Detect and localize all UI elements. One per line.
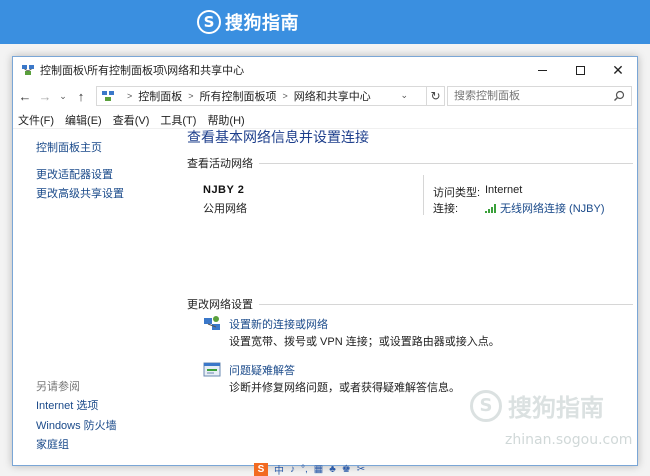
refresh-icon: ↻ xyxy=(430,89,441,103)
address-bar[interactable]: > 控制面板 > 所有控制面板项 > 网络和共享中心 ⌄ xyxy=(96,86,427,106)
left-pane: 控制面板主页 更改适配器设置 更改高级共享设置 另请参阅 Internet 选项… xyxy=(13,129,181,467)
network-name: NJBY 2 xyxy=(203,184,245,196)
minimize-button[interactable] xyxy=(523,57,561,83)
troubleshoot-description: 诊断并修复网络问题，或者获得疑难解答信息。 xyxy=(229,382,460,394)
main-content: 查看基本网络信息并设置连接 查看活动网络 NJBY 2 公用网络 访问类型: I… xyxy=(187,129,635,467)
minimize-icon xyxy=(537,69,547,71)
see-also-heading: 另请参阅 xyxy=(36,381,80,393)
brand-title: 搜狗指南 xyxy=(225,13,299,34)
new-connection-icon xyxy=(204,316,220,330)
setup-connection-link[interactable]: 设置新的连接或网络 xyxy=(229,316,328,332)
ime-chinese-mode[interactable]: 中 xyxy=(274,462,284,476)
recent-dropdown-icon[interactable]: ⌄ xyxy=(57,86,69,106)
connection-value: 无线网络连接 (NJBY) xyxy=(500,203,605,215)
maximize-icon xyxy=(575,65,585,75)
connection-label: 连接: xyxy=(433,203,459,215)
wireless-connection-link[interactable]: 无线网络连接 (NJBY) xyxy=(485,200,605,216)
active-networks-section: 查看活动网络 xyxy=(187,155,633,171)
search-icon[interactable] xyxy=(613,90,625,102)
up-arrow-icon[interactable]: ↑ xyxy=(73,86,89,106)
sogou-brand[interactable]: S 搜狗指南 xyxy=(197,9,299,35)
ime-symbol-icon[interactable]: °, xyxy=(301,464,308,475)
internet-options-link[interactable]: Internet 选项 xyxy=(36,397,98,413)
chevron-right-icon[interactable]: > xyxy=(127,91,132,101)
network-divider xyxy=(423,175,424,215)
chevron-right-icon[interactable]: > xyxy=(188,91,193,101)
ime-toolbar: S 中 ♪ °, ▦ ♣ ♚ ✂ xyxy=(254,463,365,476)
breadcrumb-network-center[interactable]: 网络和共享中心 xyxy=(294,88,371,104)
back-arrow-icon[interactable]: ← xyxy=(17,86,33,106)
menu-file[interactable]: 文件(F) xyxy=(18,112,54,128)
change-adapter-settings-link[interactable]: 更改适配器设置 xyxy=(36,166,113,182)
window-controls: ✕ xyxy=(523,57,637,83)
control-panel-home-link[interactable]: 控制面板主页 xyxy=(36,139,102,155)
troubleshoot-link[interactable]: 问题疑难解答 xyxy=(229,362,295,378)
change-advanced-sharing-link[interactable]: 更改高级共享设置 xyxy=(36,185,124,201)
menu-edit[interactable]: 编辑(E) xyxy=(65,112,102,128)
menu-view[interactable]: 查看(V) xyxy=(113,112,150,128)
access-type-label: 访问类型: xyxy=(433,187,481,199)
control-panel-window: 控制面板\所有控制面板项\网络和共享中心 ✕ ← → ⌄ ↑ > 控制面板 > … xyxy=(12,56,638,466)
change-settings-section: 更改网络设置 xyxy=(187,296,633,312)
search-input[interactable] xyxy=(454,90,604,102)
sogou-ime-icon[interactable]: S xyxy=(254,463,268,476)
maximize-button[interactable] xyxy=(561,57,599,83)
page-title: 查看基本网络信息并设置连接 xyxy=(187,129,369,145)
control-panel-icon xyxy=(102,91,114,101)
watermark-url: zhinan.sogou.com xyxy=(505,432,633,448)
menu-help[interactable]: 帮助(H) xyxy=(207,112,244,128)
wifi-signal-icon xyxy=(485,203,496,213)
ime-keyboard-icon[interactable]: ▦ xyxy=(314,464,323,475)
breadcrumb-control-panel[interactable]: 控制面板 xyxy=(138,88,182,104)
chevron-down-icon[interactable]: ⌄ xyxy=(400,90,408,101)
menu-tools[interactable]: 工具(T) xyxy=(160,112,196,128)
windows-firewall-link[interactable]: Windows 防火墙 xyxy=(36,417,117,433)
ime-punctuation-icon[interactable]: ♪ xyxy=(290,464,295,475)
window-title: 控制面板\所有控制面板项\网络和共享中心 xyxy=(40,65,245,77)
section-divider xyxy=(259,162,633,164)
sogou-logo-icon: S xyxy=(197,10,221,34)
refresh-button[interactable]: ↻ xyxy=(427,86,445,106)
title-bar[interactable]: 控制面板\所有控制面板项\网络和共享中心 ✕ xyxy=(13,57,637,83)
ime-tools-icon[interactable]: ✂ xyxy=(357,464,365,475)
section-divider xyxy=(259,303,633,305)
change-settings-heading: 更改网络设置 xyxy=(187,299,253,311)
chevron-right-icon[interactable]: > xyxy=(283,91,288,101)
search-box[interactable] xyxy=(447,86,632,106)
close-button[interactable]: ✕ xyxy=(599,57,637,83)
network-type: 公用网络 xyxy=(203,203,247,215)
network-center-icon xyxy=(22,65,34,75)
active-networks-heading: 查看活动网络 xyxy=(187,158,253,170)
setup-connection-description: 设置宽带、拨号或 VPN 连接；或设置路由器或接入点。 xyxy=(229,336,500,348)
troubleshoot-icon xyxy=(203,362,221,377)
top-banner: S 搜狗指南 xyxy=(0,0,650,44)
navigation-bar: ← → ⌄ ↑ > 控制面板 > 所有控制面板项 > 网络和共享中心 ⌄ ↻ xyxy=(13,83,637,109)
breadcrumb-all-items[interactable]: 所有控制面板项 xyxy=(200,88,277,104)
ime-user-icon[interactable]: ♣ xyxy=(329,464,336,475)
access-type-value: Internet xyxy=(485,184,523,196)
homegroup-link[interactable]: 家庭组 xyxy=(36,436,69,452)
forward-arrow-icon[interactable]: → xyxy=(37,86,53,106)
ime-skin-icon[interactable]: ♚ xyxy=(342,464,351,475)
